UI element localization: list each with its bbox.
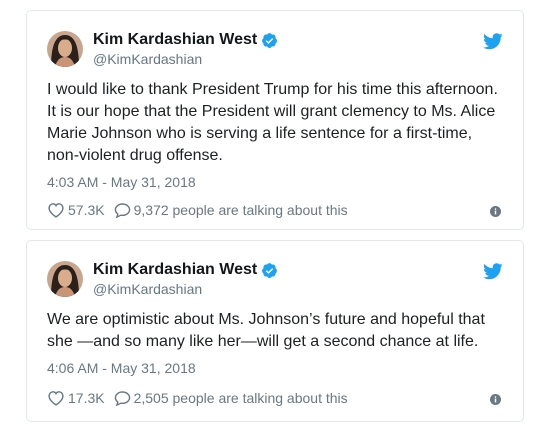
heart-icon	[48, 203, 64, 218]
tweet-actions: 57.3K 9,372 people are talking about thi…	[47, 202, 348, 218]
talking-count: 2,505 people are talking about this	[133, 390, 348, 406]
author-display-name[interactable]: Kim Kardashian West	[93, 31, 257, 49]
like-count: 17.3K	[68, 390, 105, 406]
tweet-actions: 17.3K 2,505 people are talking about thi…	[47, 390, 348, 406]
talking-link[interactable]: 9,372 people are talking about this	[114, 202, 348, 218]
twitter-bird-icon[interactable]	[483, 33, 503, 55]
like-button[interactable]: 57.3K	[47, 202, 105, 218]
comment-bubble-icon	[114, 203, 130, 218]
comment-bubble-icon	[114, 391, 130, 406]
tweet-card: Kim Kardashian West @KimKardashian I wou…	[26, 10, 524, 230]
avatar[interactable]	[47, 31, 83, 67]
author-block: Kim Kardashian West @KimKardashian	[93, 30, 278, 67]
tweet-timestamp[interactable]: 4:06 AM - May 31, 2018	[47, 360, 196, 376]
tweet-timestamp[interactable]: 4:03 AM - May 31, 2018	[47, 174, 196, 190]
author-display-name[interactable]: Kim Kardashian West	[93, 261, 257, 279]
like-button[interactable]: 17.3K	[47, 390, 105, 406]
author-handle[interactable]: @KimKardashian	[93, 51, 278, 67]
tweet-text: I would like to thank President Trump fo…	[47, 81, 498, 164]
tweet-card: Kim Kardashian West @KimKardashian We ar…	[26, 240, 524, 422]
like-count: 57.3K	[68, 202, 105, 218]
info-icon[interactable]	[490, 392, 501, 410]
twitter-bird-icon[interactable]	[483, 263, 503, 285]
author-block: Kim Kardashian West @KimKardashian	[93, 260, 278, 297]
avatar[interactable]	[47, 261, 83, 297]
verified-badge-icon	[261, 32, 278, 49]
heart-icon	[48, 391, 64, 406]
info-icon[interactable]	[490, 204, 501, 222]
talking-link[interactable]: 2,505 people are talking about this	[114, 390, 348, 406]
talking-count: 9,372 people are talking about this	[133, 202, 348, 218]
verified-badge-icon	[261, 262, 278, 279]
tweet-text: We are optimistic about Ms. Johnson’s fu…	[47, 311, 485, 350]
author-handle[interactable]: @KimKardashian	[93, 281, 278, 297]
